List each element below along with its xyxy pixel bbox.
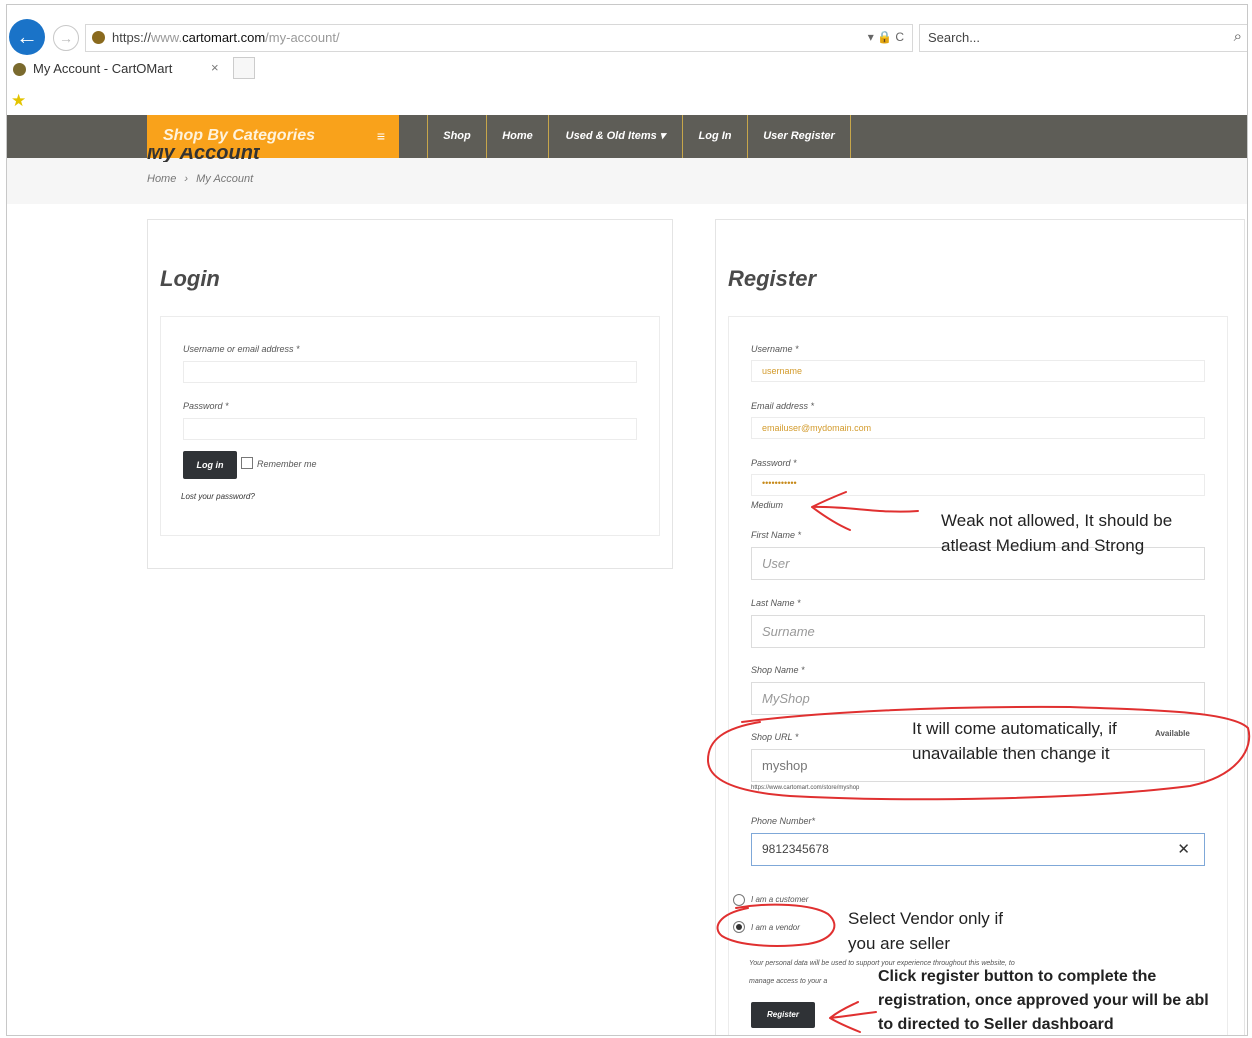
phone-input[interactable]: 9812345678 ✕ xyxy=(751,833,1205,866)
shop-url-note-line1: It will come automatically, if xyxy=(912,719,1117,738)
reg-email-label: Email address * xyxy=(751,401,815,411)
favorites-star-icon[interactable]: ★ xyxy=(11,91,26,111)
privacy-text-line2: manage access to your a xyxy=(749,978,828,985)
login-password-input[interactable] xyxy=(183,418,637,440)
nav-user-register[interactable]: User Register xyxy=(747,115,851,158)
login-form: Username or email address * Password * L… xyxy=(160,316,660,536)
vendor-radio[interactable] xyxy=(733,921,745,933)
breadcrumb-separator: › xyxy=(184,173,189,185)
categories-label: Shop By Categories xyxy=(163,127,316,144)
url-prefix: www. xyxy=(151,30,183,45)
password-label: Password * xyxy=(183,401,229,411)
login-title: Login xyxy=(160,266,220,291)
register-button[interactable]: Register xyxy=(751,1002,815,1028)
vendor-note-line1: Select Vendor only if xyxy=(848,909,1003,928)
phone-value: 9812345678 xyxy=(762,842,829,856)
login-username-input[interactable] xyxy=(183,361,637,383)
tab-favicon-icon xyxy=(13,63,26,76)
tab-close-icon[interactable]: × xyxy=(211,60,219,75)
shop-url-note-line2: unavailable then change it xyxy=(912,744,1110,763)
first-name-label: First Name * xyxy=(751,530,802,540)
nav-used-old-items[interactable]: Used & Old Items ▾ xyxy=(548,115,682,158)
register-note: Click register button to complete the re… xyxy=(878,965,1250,1037)
customer-radio-label: I am a customer xyxy=(751,895,809,904)
login-button[interactable]: Log in xyxy=(183,451,237,479)
shop-url-hint: https://www.cartomart.com/store/myshop xyxy=(751,785,860,791)
tab-title: My Account - CartOMart xyxy=(33,61,173,76)
nav-shop[interactable]: Shop xyxy=(427,115,486,158)
reg-password-input[interactable]: ••••••••••• xyxy=(751,474,1205,496)
reg-email-input[interactable]: emailuser@mydomain.com xyxy=(751,417,1205,439)
site-favicon-icon xyxy=(92,31,105,44)
url-text: https://www.cartomart.com/my-account/ xyxy=(112,30,340,45)
phone-label: Phone Number* xyxy=(751,816,816,826)
hamburger-menu-icon: ≡ xyxy=(376,128,385,144)
customer-radio[interactable] xyxy=(733,894,745,906)
reg-password-value: ••••••••••• xyxy=(762,478,797,488)
lost-password-link[interactable]: Lost your password? xyxy=(181,492,255,501)
url-domain: cartomart.com xyxy=(182,30,266,45)
back-arrow-icon[interactable]: ← xyxy=(9,19,45,55)
shop-name-input[interactable]: MyShop xyxy=(751,682,1205,715)
register-title: Register xyxy=(728,266,817,291)
password-note: Weak not allowed, It should be atleast M… xyxy=(941,508,1172,558)
remember-me-checkbox[interactable] xyxy=(241,457,253,469)
reg-username-label: Username * xyxy=(751,344,799,354)
password-note-line1: Weak not allowed, It should be xyxy=(941,511,1173,530)
breadcrumb-home[interactable]: Home xyxy=(147,173,176,185)
search-icon[interactable]: ⌕ xyxy=(1234,28,1242,45)
reg-email-value: emailuser@mydomain.com xyxy=(762,423,872,433)
breadcrumb-current: My Account xyxy=(196,173,254,185)
clear-icon[interactable]: ✕ xyxy=(1177,840,1190,858)
new-tab-button[interactable] xyxy=(233,57,255,79)
shop-url-note: It will come automatically, if unavailab… xyxy=(912,716,1117,766)
nav-home[interactable]: Home xyxy=(486,115,548,158)
shop-url-value: myshop xyxy=(762,758,808,773)
remember-me-label: Remember me xyxy=(257,459,317,469)
password-strength: Medium xyxy=(751,500,784,510)
search-placeholder: Search... xyxy=(928,30,981,45)
reg-username-input[interactable]: username xyxy=(751,360,1205,382)
password-note-line2: atleast Medium and Strong xyxy=(941,536,1145,555)
nav-log-in[interactable]: Log In xyxy=(682,115,747,158)
reg-password-label: Password * xyxy=(751,458,797,468)
shop-name-label: Shop Name * xyxy=(751,665,805,675)
register-note-line1: Click register button to complete the xyxy=(878,968,1157,985)
last-name-input[interactable]: Surname xyxy=(751,615,1205,648)
url-path: /my-account/ xyxy=(265,30,340,45)
register-note-line2: registration, once approved your will be… xyxy=(878,992,1209,1009)
shop-name-placeholder: MyShop xyxy=(762,691,810,706)
first-name-placeholder: User xyxy=(762,556,790,571)
last-name-label: Last Name * xyxy=(751,598,801,608)
register-note-line3: to directed to Seller dashboard xyxy=(878,1016,1114,1033)
reg-username-value: username xyxy=(762,366,803,376)
lock-refresh-icon[interactable]: ▾ 🔒 C xyxy=(868,30,904,44)
last-name-placeholder: Surname xyxy=(762,624,815,639)
vendor-note-line2: you are seller xyxy=(848,934,951,953)
browser-search-input[interactable]: Search... ⌕ xyxy=(919,24,1247,52)
login-panel: Login Username or email address * Passwo… xyxy=(147,219,673,569)
address-bar[interactable]: https://www.cartomart.com/my-account/ ▾ … xyxy=(85,24,913,52)
url-scheme: https:// xyxy=(112,30,152,45)
vendor-note: Select Vendor only if you are seller xyxy=(848,906,1003,956)
breadcrumb: Home › My Account xyxy=(147,173,253,185)
shop-url-status: Available xyxy=(1155,729,1190,738)
forward-arrow-icon[interactable]: → xyxy=(53,25,79,51)
shop-url-label: Shop URL * xyxy=(751,732,799,742)
username-label: Username or email address * xyxy=(183,344,300,354)
vendor-radio-label: I am a vendor xyxy=(751,923,800,932)
page-title: My Account xyxy=(147,148,260,162)
